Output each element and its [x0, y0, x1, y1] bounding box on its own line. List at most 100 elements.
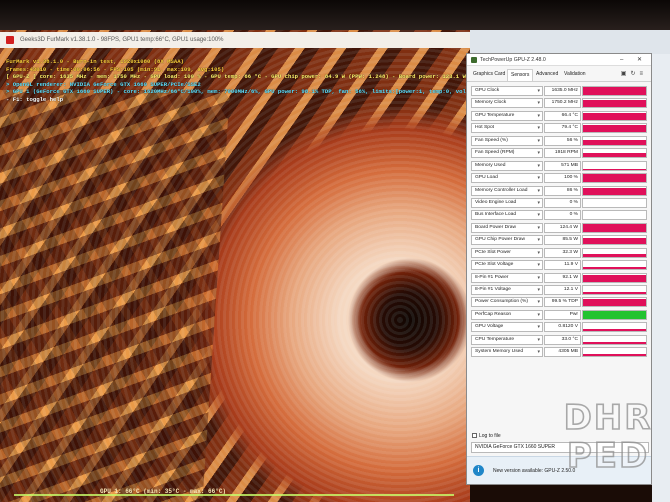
sensor-graph-fill — [583, 291, 646, 294]
sensor-name: Bus Interface Load — [475, 212, 517, 218]
sensor-value: 66.4 °C — [544, 110, 581, 121]
sensor-row: Fan Speed (RPM) ▾ 1918 RPM — [471, 147, 647, 159]
chevron-down-icon: ▾ — [537, 336, 540, 343]
camera-icon[interactable]: ▣ — [621, 71, 631, 77]
sensor-row: 8-Pin #1 Voltage ▾ 12.1 V — [471, 284, 647, 296]
gpuz-tabs: Graphics Card Sensors Advanced Validatio… — [467, 66, 651, 82]
chevron-down-icon: ▾ — [537, 262, 540, 269]
chevron-down-icon: ▾ — [537, 349, 540, 356]
sensor-name-dropdown[interactable]: GPU Voltage ▾ — [471, 322, 543, 333]
chevron-down-icon: ▾ — [537, 88, 540, 94]
sensor-graph — [582, 86, 647, 96]
sensor-name: System Memory Used — [475, 349, 524, 355]
sensor-graph — [582, 197, 647, 208]
chevron-down-icon: ▾ — [537, 199, 540, 206]
sensor-name-dropdown[interactable]: System Memory Used ▾ — [471, 347, 543, 358]
sensor-name-dropdown[interactable]: Board Power Draw ▾ — [471, 222, 543, 233]
sensor-name: Board Power Draw — [475, 224, 517, 230]
sensor-name-dropdown[interactable]: Fan Speed (RPM) ▾ — [471, 148, 543, 159]
sensor-graph — [582, 334, 647, 345]
sensor-row: Power Consumption (%) ▾ 99.5 % TDP — [471, 296, 647, 308]
sensor-name-dropdown[interactable]: Memory Used ▾ — [471, 160, 543, 171]
sensor-list: GPU Clock ▾ 1635.0 MHz Memory Clock ▾ 1750.2 … — [471, 85, 647, 359]
chevron-down-icon: ▾ — [537, 237, 540, 244]
chevron-down-icon: ▾ — [537, 125, 540, 132]
sensor-graph — [582, 98, 647, 109]
sensor-name-dropdown[interactable]: PerfCap Reason ▾ — [471, 309, 543, 320]
sensor-value: 11.9 V — [544, 260, 581, 271]
sensor-name-dropdown[interactable]: Video Engine Load ▾ — [471, 197, 543, 208]
tab-validation[interactable]: Validation — [564, 71, 586, 77]
tab-advanced[interactable]: Advanced — [536, 71, 558, 77]
sensor-graph-fill — [583, 275, 646, 282]
sensor-name-dropdown[interactable]: 8-Pin #1 Power ▾ — [471, 272, 543, 283]
sensor-value: 33.0 °C — [544, 334, 581, 345]
sensor-name-dropdown[interactable]: GPU Chip Power Draw ▾ — [471, 235, 543, 246]
sensor-graph-fill — [583, 168, 646, 170]
gpuz-toolbar: ▣↻≡ — [621, 70, 647, 77]
sensor-name-dropdown[interactable]: GPU Load ▾ — [471, 173, 543, 184]
info-icon: i — [473, 465, 484, 476]
sensor-name: Memory Used — [475, 162, 506, 168]
sensor-name-dropdown[interactable]: Hot Spot ▾ — [471, 123, 543, 134]
sensor-graph-fill — [583, 174, 646, 183]
sensor-name-dropdown[interactable]: PCIe Slot Power ▾ — [471, 247, 543, 258]
sensor-graph-fill — [583, 238, 646, 245]
chevron-down-icon: ▾ — [537, 112, 540, 119]
sensor-value: 1918 RPM — [544, 148, 581, 159]
window-controls[interactable]: – ✕ — [620, 56, 648, 63]
sensor-name-dropdown[interactable]: Memory Controller Load ▾ — [471, 185, 543, 196]
gpuz-app-icon — [471, 57, 477, 63]
sensor-graph — [582, 135, 647, 146]
tab-sensors[interactable]: Sensors — [507, 69, 534, 81]
monitor-bezel-top — [0, 0, 670, 32]
sensor-row: CPU Temperature ▾ 33.0 °C — [471, 334, 647, 346]
osd-line-gpu1: > GPU 1 (GeForce GTX 1660 SUPER) - core:… — [6, 88, 466, 96]
sensor-graph-fill — [583, 342, 646, 344]
sensor-value: 85.5 W — [544, 235, 581, 246]
sensor-name: Fan Speed (%) — [475, 137, 508, 143]
tab-graphics-card[interactable]: Graphics Card — [473, 71, 505, 77]
watermark-line1: DHR — [563, 398, 653, 438]
sensor-row: Memory Controller Load ▾ 86 % — [471, 185, 647, 197]
furmark-app-icon — [6, 36, 14, 44]
sensor-value: 124.4 W — [544, 222, 581, 233]
sensor-graph — [582, 272, 647, 283]
sensor-graph — [582, 285, 647, 295]
sensor-name: PCIe Slot Power — [475, 249, 511, 255]
chevron-down-icon: ▾ — [537, 162, 540, 169]
sensor-value: 92.1 W — [544, 272, 581, 283]
sensor-graph — [582, 297, 647, 308]
sensor-name-dropdown[interactable]: GPU Clock ▾ — [471, 86, 543, 96]
sensor-graph-fill — [583, 112, 646, 120]
sensor-name-dropdown[interactable]: Fan Speed (%) ▾ — [471, 135, 543, 146]
sensor-name-dropdown[interactable]: 8-Pin #1 Voltage ▾ — [471, 285, 543, 295]
sensor-row: PCIe Slot Power ▾ 32.3 W — [471, 247, 647, 259]
sensor-graph — [582, 260, 647, 271]
furmark-temp-graph-line — [14, 494, 454, 496]
sensor-name-dropdown[interactable]: Memory Clock ▾ — [471, 98, 543, 109]
chevron-down-icon: ▾ — [537, 137, 540, 144]
sensor-row: Bus Interface Load ▾ 0 % — [471, 209, 647, 221]
sensor-name-dropdown[interactable]: Power Consumption (%) ▾ — [471, 297, 543, 308]
log-to-file-label: Log to file — [479, 433, 501, 439]
menu-icon[interactable]: ≡ — [639, 71, 647, 77]
sensor-graph — [582, 322, 647, 333]
gpuz-titlebar[interactable]: TechPowerUp GPU-Z 2.48.0 – ✕ — [467, 54, 651, 66]
sensor-row: Video Engine Load ▾ 0 % — [471, 197, 647, 209]
sensor-name-dropdown[interactable]: Bus Interface Load ▾ — [471, 210, 543, 221]
sensor-name: GPU Load — [475, 175, 498, 181]
sensor-name-dropdown[interactable]: GPU Temperature ▾ — [471, 110, 543, 121]
sensor-name-dropdown[interactable]: PCIe Slot Voltage ▾ — [471, 260, 543, 271]
sensor-graph-fill — [583, 329, 646, 332]
chevron-down-icon: ▾ — [537, 287, 540, 293]
log-to-file-checkbox[interactable] — [472, 433, 477, 438]
furmark-titlebar: Geeks3D FurMark v1.38.1.0 - 98FPS, GPU1 … — [0, 32, 470, 48]
sensor-name: 8-Pin #1 Voltage — [475, 287, 511, 292]
sensor-graph — [582, 347, 647, 358]
sensor-value: 571 MB — [544, 160, 581, 171]
sensor-row: Fan Speed (%) ▾ 56 % — [471, 135, 647, 147]
sensor-name-dropdown[interactable]: CPU Temperature ▾ — [471, 334, 543, 345]
log-to-file[interactable]: Log to file — [472, 433, 501, 439]
sensor-name: GPU Voltage — [475, 324, 504, 330]
